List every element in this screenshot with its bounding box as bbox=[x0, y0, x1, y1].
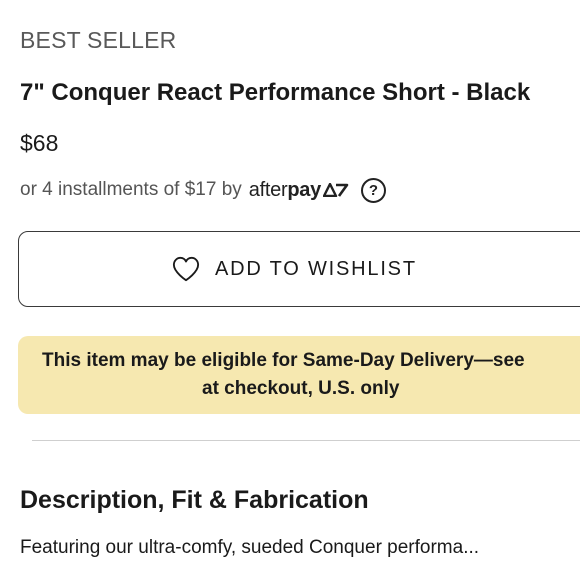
section-divider bbox=[32, 440, 580, 441]
product-detail-page: BEST SELLER 7" Conquer React Performance… bbox=[0, 0, 580, 580]
afterpay-installments: or 4 installments of $17 by after pay ? bbox=[20, 177, 386, 203]
afterpay-arrows-icon bbox=[322, 183, 349, 197]
installments-text: or 4 installments of $17 by bbox=[20, 179, 242, 200]
afterpay-help-icon[interactable]: ? bbox=[360, 177, 386, 203]
delivery-notice-line1: This item may be eligible for Same-Day D… bbox=[42, 350, 525, 371]
description-heading[interactable]: Description, Fit & Fabrication bbox=[20, 484, 369, 516]
best-seller-badge: BEST SELLER bbox=[20, 27, 177, 53]
product-title: 7" Conquer React Performance Short - Bla… bbox=[20, 79, 531, 106]
delivery-notice-line2: at checkout, U.S. only bbox=[202, 378, 400, 399]
afterpay-logo-bold: pay bbox=[287, 179, 321, 201]
same-day-delivery-notice: This item may be eligible for Same-Day D… bbox=[18, 336, 580, 414]
afterpay-logo-light: after bbox=[248, 179, 288, 201]
product-price: $68 bbox=[20, 130, 59, 156]
heart-outline-icon bbox=[172, 256, 200, 282]
wishlist-label: ADD TO WISHLIST bbox=[215, 257, 417, 280]
add-to-wishlist-button[interactable]: ADD TO WISHLIST bbox=[18, 231, 580, 307]
afterpay-logo: after pay bbox=[249, 177, 349, 203]
description-text: Featuring our ultra-comfy, sueded Conque… bbox=[20, 537, 480, 558]
